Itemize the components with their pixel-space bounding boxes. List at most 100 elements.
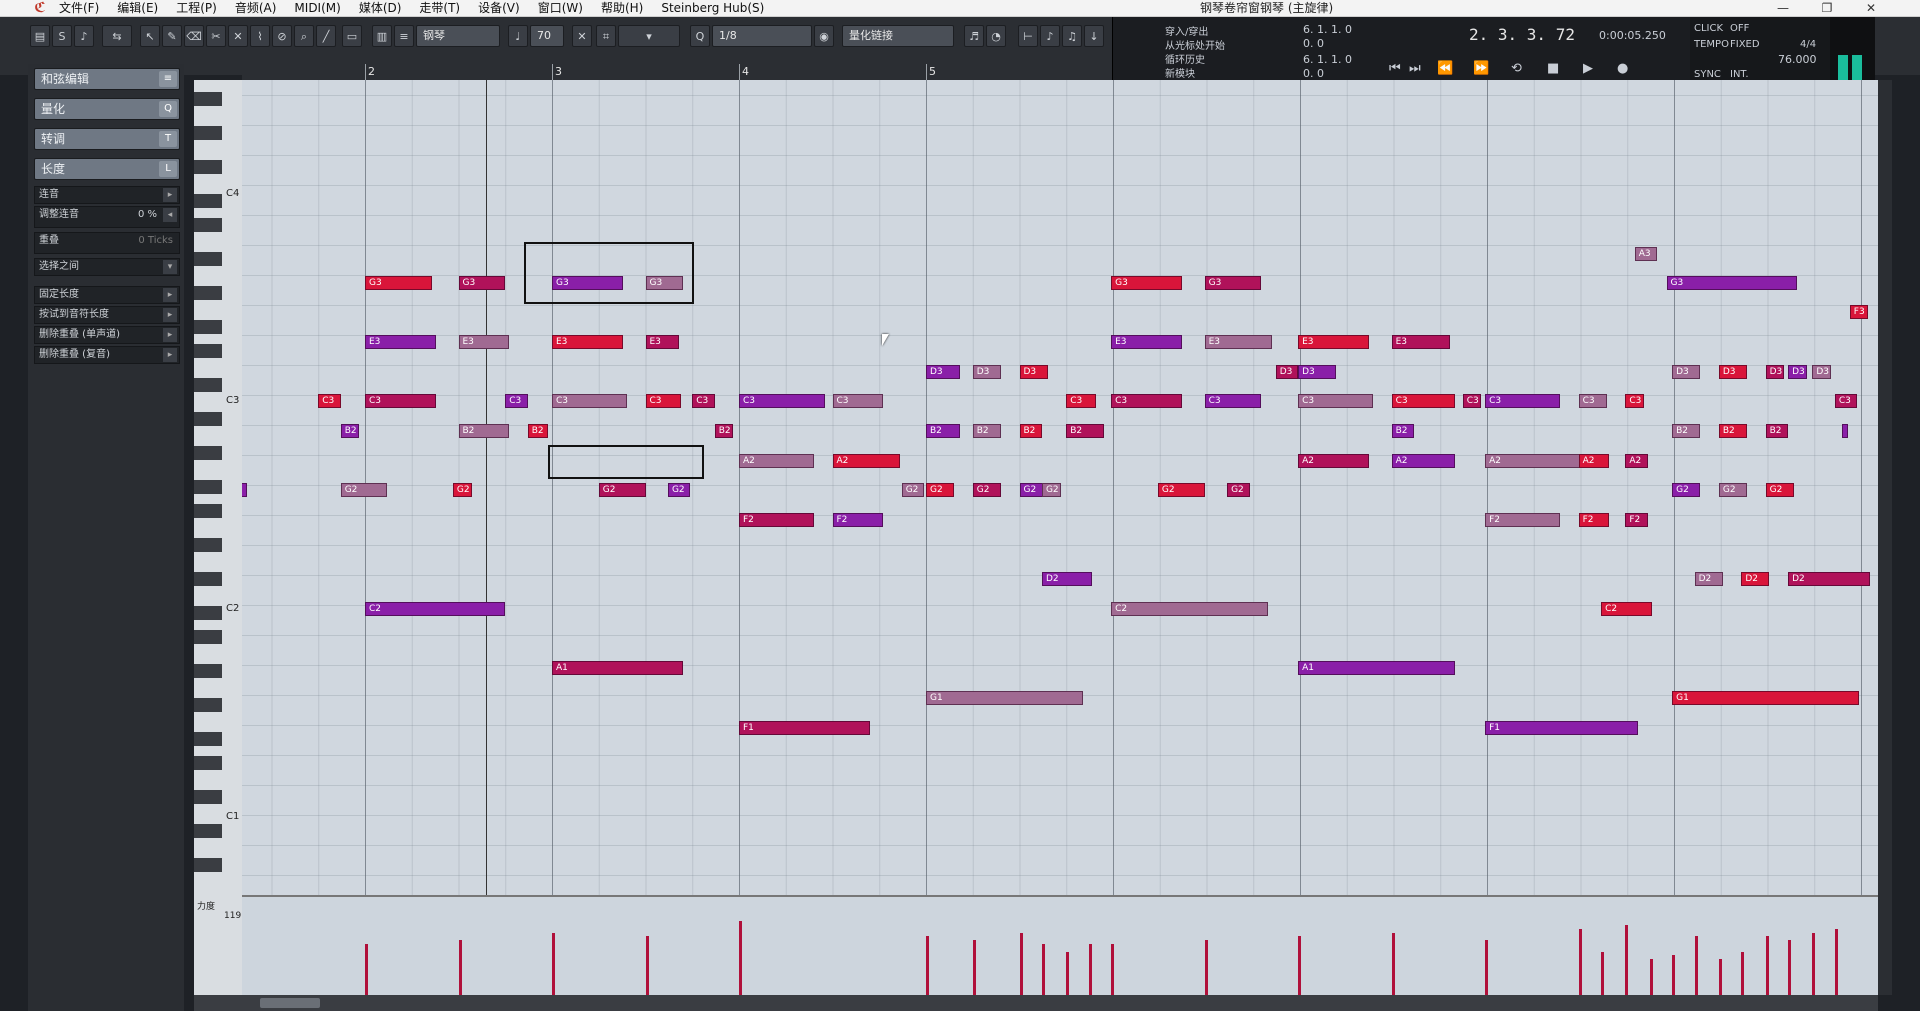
velocity-bar[interactable] bbox=[1298, 936, 1302, 997]
velocity-bar[interactable] bbox=[739, 921, 742, 997]
midi-note[interactable]: F2 bbox=[1625, 513, 1648, 527]
click-label[interactable]: CLICK bbox=[1694, 23, 1723, 34]
rewind-icon[interactable]: ⏪ bbox=[1437, 61, 1453, 76]
quantize-q-icon[interactable]: Q bbox=[690, 25, 710, 47]
midi-note[interactable]: B2 bbox=[1672, 424, 1701, 438]
midi-note[interactable]: F2 bbox=[1485, 513, 1560, 527]
midi-note[interactable]: C3 bbox=[1111, 394, 1183, 408]
velocity-bar[interactable] bbox=[1578, 929, 1582, 997]
midi-note[interactable]: D2 bbox=[1788, 572, 1871, 586]
velocity-bar[interactable] bbox=[1672, 955, 1676, 997]
playhead-line[interactable] bbox=[486, 80, 487, 895]
menu-item[interactable]: Steinberg Hub(S) bbox=[652, 0, 773, 16]
midi-note[interactable]: E3 bbox=[1204, 335, 1272, 349]
velocity-bar[interactable] bbox=[1485, 940, 1489, 997]
midi-note[interactable]: C3 bbox=[692, 394, 715, 408]
cross-icon[interactable]: ✕ bbox=[572, 25, 592, 47]
chord-edit-section[interactable]: 和弦编辑 ≡ bbox=[34, 68, 180, 90]
adjust-legato-row[interactable]: 调整连音 0 % ◂ bbox=[34, 206, 180, 228]
edit-active-part-icon[interactable]: ≡ bbox=[394, 25, 414, 47]
midi-note[interactable]: G2 bbox=[1041, 483, 1061, 497]
play-icon[interactable]: ▶ bbox=[1583, 61, 1593, 76]
midi-note[interactable]: B2 bbox=[972, 424, 1001, 438]
midi-note[interactable]: A2 bbox=[1485, 454, 1583, 468]
black-key[interactable] bbox=[194, 480, 222, 494]
split-tool-icon[interactable]: ✕ bbox=[228, 25, 248, 47]
velocity-bar[interactable] bbox=[1391, 933, 1395, 997]
midi-note[interactable]: C2 bbox=[1601, 602, 1652, 616]
midi-note[interactable]: F2 bbox=[1578, 513, 1609, 527]
menu-item[interactable]: 媒体(D) bbox=[350, 0, 411, 16]
black-key[interactable] bbox=[194, 412, 222, 426]
midi-input-icon[interactable]: ♪ bbox=[1040, 25, 1060, 47]
midi-note[interactable]: G3 bbox=[645, 276, 683, 290]
midi-note[interactable]: C3 bbox=[1834, 394, 1858, 408]
midi-note[interactable]: G2 bbox=[340, 483, 388, 497]
midi-note[interactable]: A2 bbox=[1625, 454, 1648, 468]
midi-note[interactable]: A2 bbox=[1578, 454, 1609, 468]
glue-tool-icon[interactable]: ⌇ bbox=[250, 25, 270, 47]
black-key[interactable] bbox=[194, 504, 222, 518]
black-key[interactable] bbox=[194, 572, 222, 586]
midi-note[interactable]: C2 bbox=[365, 602, 506, 616]
length-section[interactable]: 长度 L bbox=[34, 158, 180, 180]
velocity-bar[interactable] bbox=[365, 944, 368, 997]
midi-note[interactable]: B2 bbox=[714, 424, 734, 438]
velocity-bar[interactable] bbox=[1111, 944, 1115, 997]
velocity-bar[interactable] bbox=[1812, 933, 1816, 997]
black-key[interactable] bbox=[194, 344, 222, 358]
menu-item[interactable]: 帮助(H) bbox=[592, 0, 652, 16]
black-key[interactable] bbox=[194, 194, 222, 208]
midi-note[interactable]: A1 bbox=[1298, 661, 1456, 675]
midi-note[interactable]: D3 bbox=[1718, 365, 1747, 379]
midi-note[interactable]: C3 bbox=[1625, 394, 1645, 408]
midi-note[interactable]: G3 bbox=[552, 276, 624, 290]
midi-note[interactable]: D3 bbox=[972, 365, 1001, 379]
zoom-tool-icon[interactable]: ⌕ bbox=[294, 25, 314, 47]
go-to-end-icon[interactable]: ⏭ bbox=[1409, 61, 1421, 76]
piano-keyboard[interactable]: C4 C3 C2 C1 bbox=[194, 80, 243, 895]
velocity-bar[interactable] bbox=[1204, 940, 1208, 997]
midi-note[interactable]: G2 bbox=[1157, 483, 1205, 497]
black-key[interactable] bbox=[194, 252, 222, 266]
velocity-bar[interactable] bbox=[1041, 944, 1045, 997]
velocity-bar[interactable] bbox=[1019, 933, 1023, 997]
velocity-bar[interactable] bbox=[926, 936, 929, 997]
cycle-history-label[interactable]: 循环历史 bbox=[1165, 51, 1205, 66]
velocity-bar[interactable] bbox=[1625, 925, 1629, 997]
go-to-start-icon[interactable]: ⏮ bbox=[1389, 61, 1401, 76]
tempo-mode[interactable]: FIXED bbox=[1730, 39, 1760, 50]
midi-note[interactable]: A3 bbox=[1634, 247, 1658, 261]
transpose-section[interactable]: 转调 T bbox=[34, 128, 180, 150]
midi-note[interactable]: G1 bbox=[926, 691, 1084, 705]
midi-note[interactable]: C3 bbox=[1391, 394, 1456, 408]
midi-note[interactable]: D3 bbox=[1812, 365, 1832, 379]
quantize-section[interactable]: 量化 Q bbox=[34, 98, 180, 120]
restore-icon[interactable]: ❐ bbox=[1812, 0, 1842, 16]
black-key[interactable] bbox=[194, 378, 222, 392]
midi-note[interactable]: F2 bbox=[739, 513, 814, 527]
midi-note[interactable]: E3 bbox=[1391, 335, 1450, 349]
velocity-field[interactable]: 70 bbox=[530, 25, 564, 47]
midi-note[interactable]: G2 bbox=[1718, 483, 1747, 497]
black-key[interactable] bbox=[194, 756, 222, 770]
midi-note[interactable]: F1 bbox=[739, 721, 870, 735]
velocity-lane[interactable] bbox=[242, 895, 1878, 997]
horizontal-scrollbar[interactable] bbox=[194, 995, 1878, 1011]
select-tool-icon[interactable]: ↖ bbox=[140, 25, 160, 47]
time-signature[interactable]: 4/4 bbox=[1800, 39, 1816, 50]
midi-note[interactable]: C3 bbox=[1298, 394, 1373, 408]
velocity-bar[interactable] bbox=[1088, 944, 1092, 997]
midi-note[interactable]: E3 bbox=[458, 335, 509, 349]
velocity-bar[interactable] bbox=[972, 940, 976, 997]
midi-note[interactable]: C3 bbox=[832, 394, 883, 408]
midi-note[interactable]: D3 bbox=[1019, 365, 1048, 379]
midi-note[interactable]: A2 bbox=[739, 454, 814, 468]
sync-label[interactable]: SYNC bbox=[1694, 69, 1721, 80]
minimize-icon[interactable]: — bbox=[1768, 0, 1798, 16]
midi-note[interactable]: G2 bbox=[1227, 483, 1250, 497]
midi-note[interactable]: B2 bbox=[1066, 424, 1104, 438]
trim-tool-icon[interactable]: ✂ bbox=[206, 25, 226, 47]
midi-note[interactable]: B2 bbox=[1718, 424, 1747, 438]
ruler[interactable]: 2 3 4 5 bbox=[242, 64, 1112, 81]
